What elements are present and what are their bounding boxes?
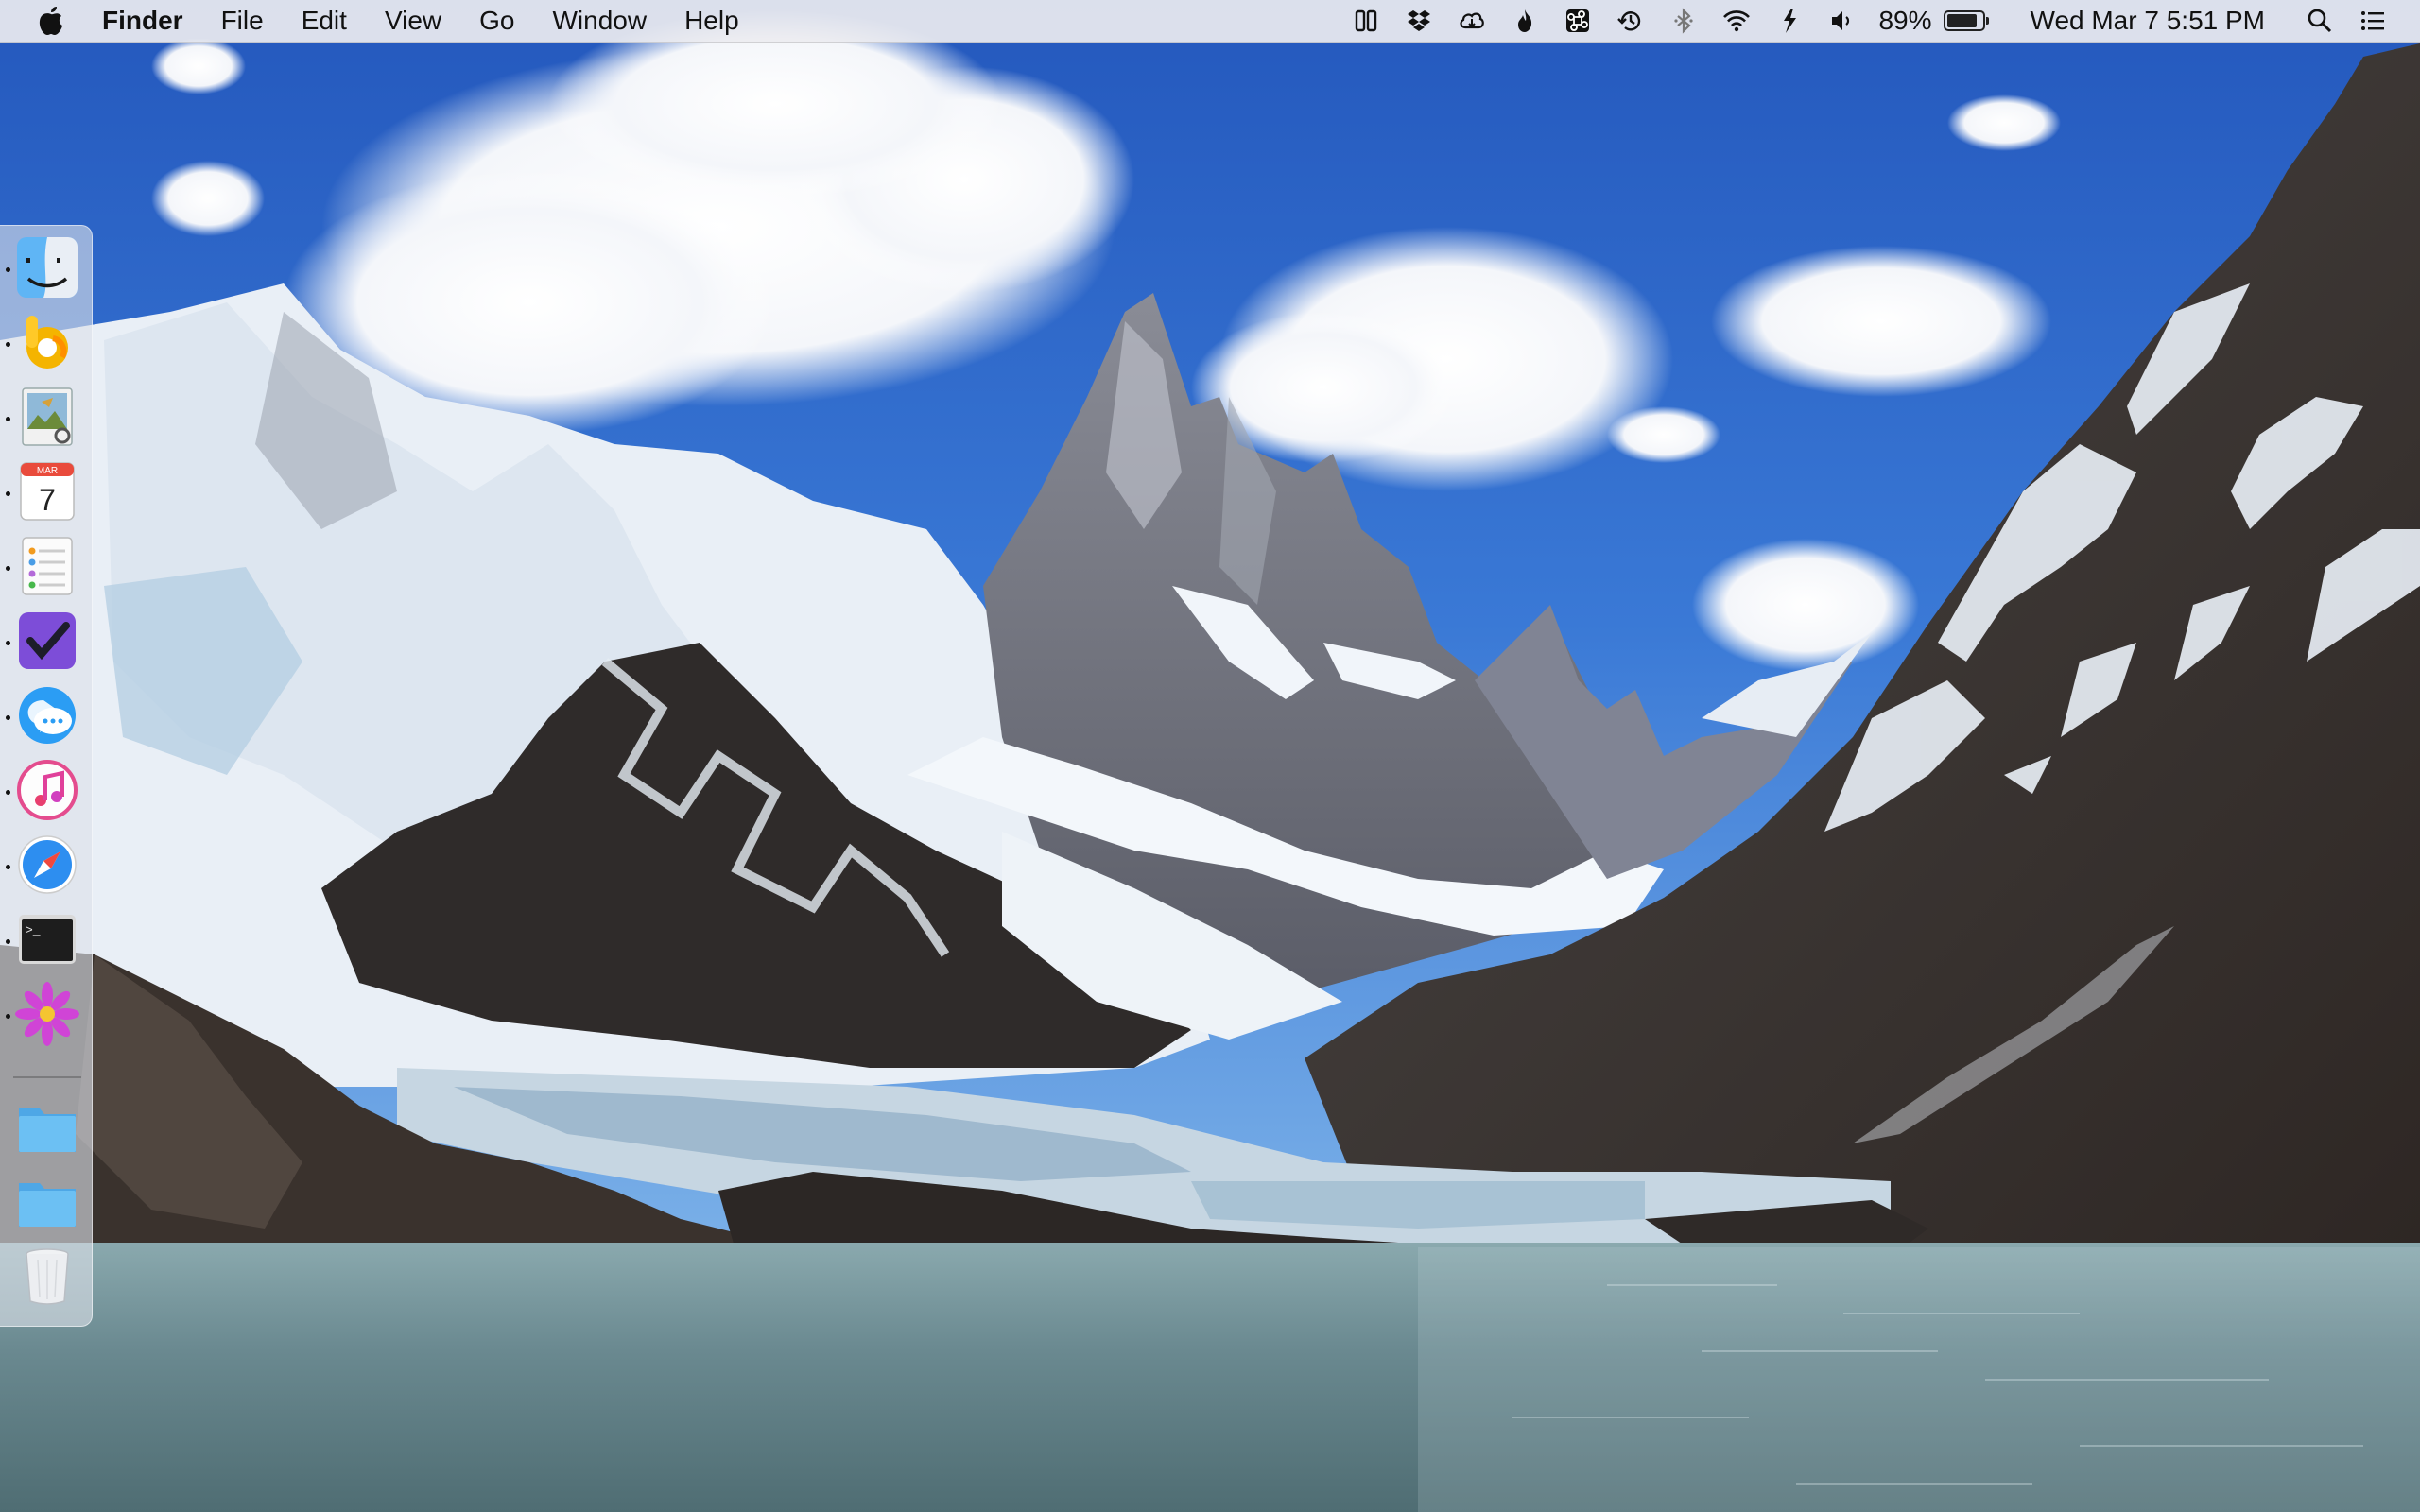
terminal-prompt: >_	[26, 923, 41, 937]
running-indicator	[6, 1014, 10, 1019]
dock-separator	[13, 1076, 81, 1078]
checkmark-app-icon	[19, 612, 76, 669]
calendar-icon: MAR 7	[20, 462, 75, 521]
preview-icon	[22, 387, 73, 446]
notification-center-icon[interactable]	[2357, 5, 2389, 37]
flame-icon[interactable]	[1509, 5, 1541, 37]
trash-icon	[26, 1248, 69, 1305]
wifi-icon[interactable]	[1720, 5, 1753, 37]
menu-file[interactable]: File	[221, 0, 264, 42]
finder-icon	[17, 237, 78, 298]
volume-icon[interactable]	[1826, 5, 1858, 37]
folder-icon	[19, 1183, 76, 1227]
running-indicator	[6, 491, 10, 496]
dock-preview[interactable]	[15, 385, 79, 449]
dock-itunes[interactable]	[15, 758, 79, 822]
calendar-month: MAR	[37, 466, 58, 476]
menu-edit[interactable]: Edit	[302, 0, 347, 42]
safari-icon	[18, 835, 77, 894]
command-key-icon[interactable]	[1562, 5, 1594, 37]
dock-folder[interactable]	[15, 1095, 79, 1160]
menu-view[interactable]: View	[385, 0, 441, 42]
menu-bar-clock[interactable]: Wed Mar 7 5:51 PM	[2031, 0, 2265, 42]
running-indicator	[6, 566, 10, 571]
sidebar-columns-icon[interactable]	[1350, 5, 1382, 37]
mountain-lake-wallpaper	[0, 0, 2420, 1512]
dock-messages[interactable]	[15, 683, 79, 747]
battery-percent[interactable]: 89%	[1878, 0, 1931, 42]
spotlight-search-icon[interactable]	[2304, 5, 2336, 37]
menu-app-name[interactable]: Finder	[102, 0, 183, 42]
battery-level-fill	[1946, 14, 1978, 27]
running-indicator	[6, 790, 10, 795]
running-indicator	[6, 641, 10, 645]
flower-icon	[15, 982, 79, 1046]
dock-trash[interactable]	[15, 1245, 79, 1309]
running-indicator	[6, 715, 10, 720]
dock: MAR 7 >_	[0, 225, 93, 1327]
bing-app-icon	[26, 316, 68, 369]
terminal-icon: >_	[19, 915, 76, 964]
dock-reminders[interactable]	[15, 534, 79, 598]
battery-icon[interactable]	[1943, 10, 1989, 31]
running-indicator	[6, 417, 10, 421]
reminders-icon	[22, 537, 73, 595]
dock-safari[interactable]	[15, 833, 79, 897]
bluetooth-icon[interactable]	[1668, 5, 1700, 37]
dock-finder[interactable]	[15, 235, 79, 300]
running-indicator	[6, 865, 10, 869]
menu-bar-left: Finder File Edit View Go Window Help	[0, 0, 777, 42]
running-indicator	[6, 939, 10, 944]
calendar-day: 7	[39, 483, 56, 517]
menu-window[interactable]: Window	[552, 0, 647, 42]
dock-bing-app[interactable]	[15, 310, 79, 374]
desktop-wallpaper	[0, 0, 2420, 1512]
dock-checkmark-app[interactable]	[15, 609, 79, 673]
messages-icon	[19, 687, 76, 744]
itunes-icon	[17, 760, 78, 820]
grab-icon[interactable]	[1773, 5, 1806, 37]
dock-terminal[interactable]: >_	[15, 907, 79, 971]
time-machine-icon[interactable]	[1615, 5, 1647, 37]
menu-bar: Finder File Edit View Go Window Help 89%…	[0, 0, 2420, 43]
folder-icon	[19, 1108, 76, 1152]
running-indicator	[6, 267, 10, 272]
menu-help[interactable]: Help	[684, 0, 739, 42]
creative-cloud-icon[interactable]	[1456, 5, 1488, 37]
menu-go[interactable]: Go	[479, 0, 514, 42]
dropbox-icon[interactable]	[1403, 5, 1435, 37]
dock-flower-app[interactable]	[15, 982, 79, 1046]
apple-menu-icon[interactable]	[38, 5, 66, 37]
menu-bar-status-area: 89% Wed Mar 7 5:51 PM	[1340, 0, 2420, 42]
dock-calendar[interactable]: MAR 7	[15, 459, 79, 524]
dock-folder[interactable]	[15, 1170, 79, 1234]
running-indicator	[6, 342, 10, 347]
